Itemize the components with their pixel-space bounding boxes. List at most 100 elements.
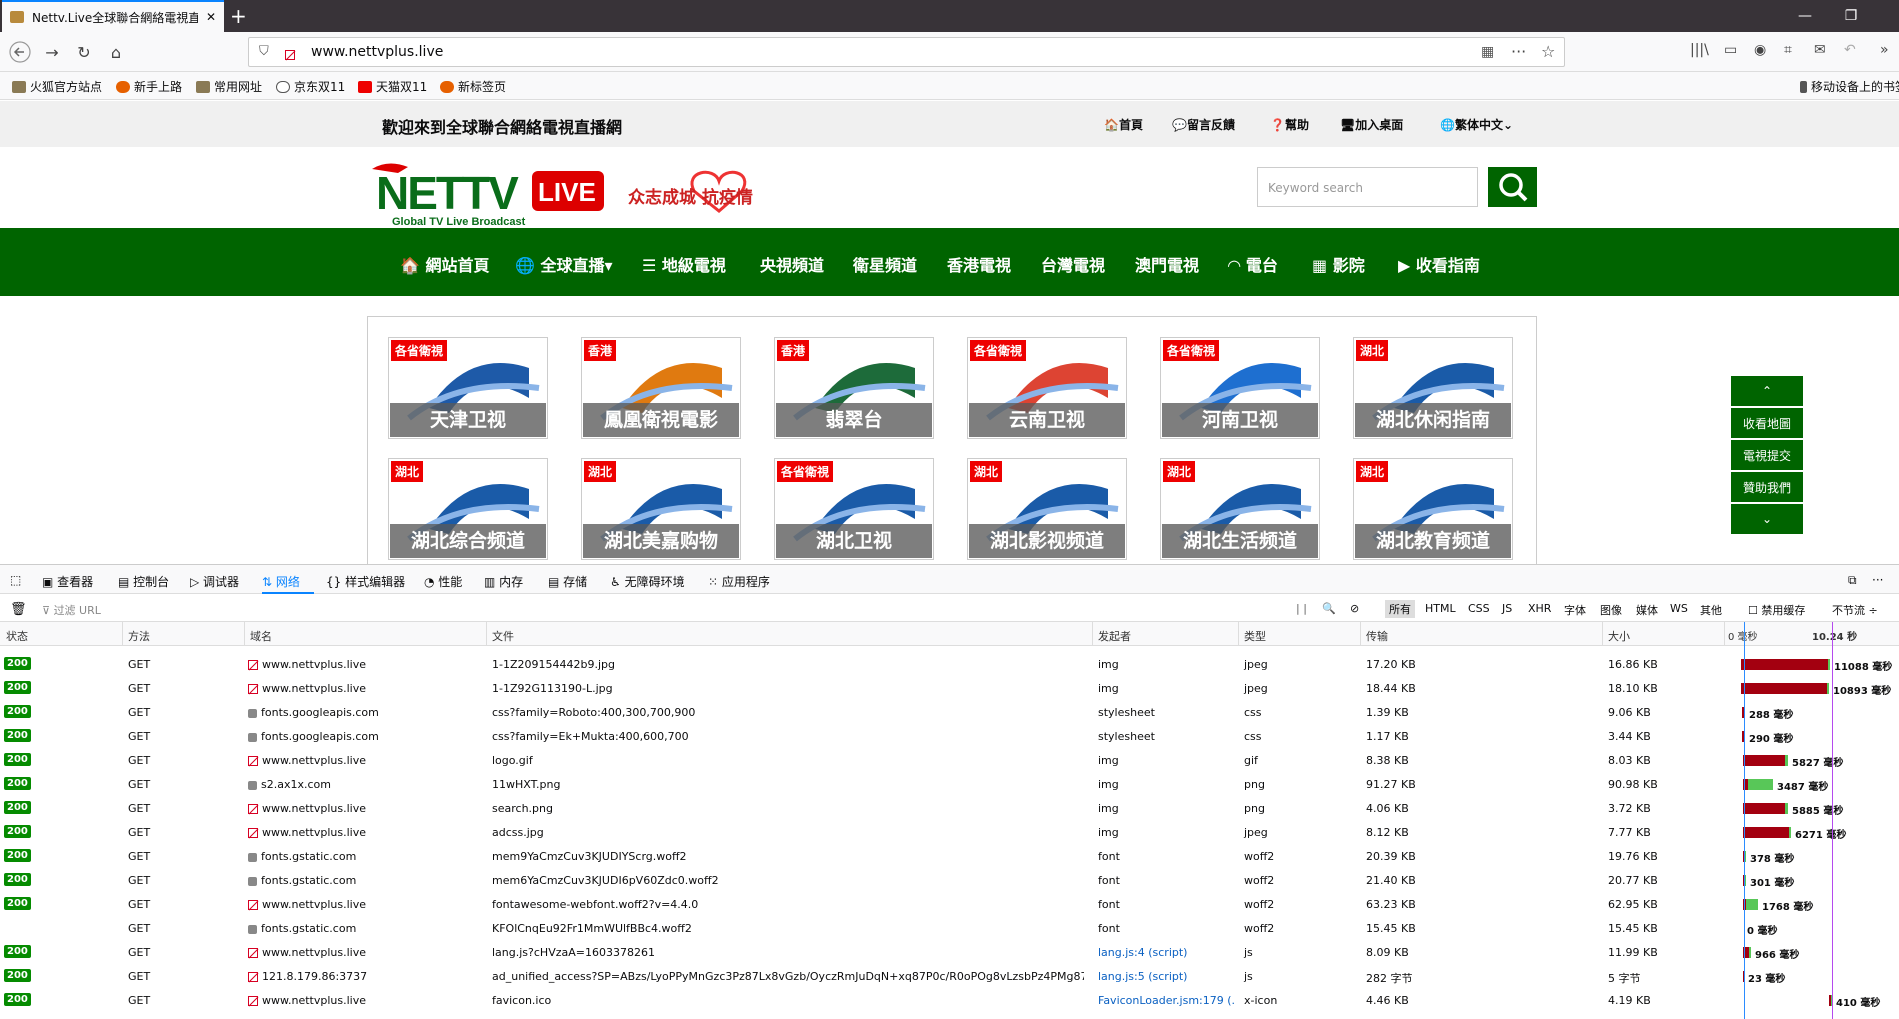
col-size[interactable]: 大小 (1608, 628, 1630, 644)
reload-button[interactable]: ↻ (70, 38, 98, 66)
filter-all[interactable]: 所有 (1385, 600, 1415, 618)
nav-taiwan[interactable]: 台灣電視 (1041, 252, 1105, 276)
scroll-top-button[interactable]: ⌃ (1731, 376, 1803, 406)
table-row[interactable]: 200 GET www.nettvplus.live 1-1Z92G113190-L.… (0, 676, 1899, 700)
nav-cinema[interactable]: ▦ 影院 (1312, 252, 1365, 276)
nav-macau[interactable]: 澳門電視 (1135, 252, 1199, 276)
bookmark-item[interactable]: 天猫双11 (358, 78, 427, 95)
request-initiator[interactable]: lang.js:5 (script) (1098, 970, 1187, 983)
col-domain[interactable]: 域名 (250, 628, 272, 644)
filter-html[interactable]: HTML (1425, 602, 1456, 615)
tab-debugger[interactable]: ▷ 调试器 (190, 573, 239, 590)
bookmark-item[interactable]: 新标签页 (440, 78, 506, 95)
block-icon[interactable]: ⊘ (1350, 602, 1359, 615)
channel-card[interactable]: 香港 翡翠台 (774, 337, 934, 439)
insecure-connection-icon[interactable] (285, 49, 295, 60)
top-link-feedback[interactable]: 💬留言反饋 (1172, 116, 1235, 133)
filter-js[interactable]: JS (1502, 602, 1512, 615)
channel-card[interactable]: 湖北 湖北休闲指南 (1353, 337, 1513, 439)
table-row[interactable]: 200 GET fonts.gstatic.com mem9YaCmzCuv3KJUD… (0, 844, 1899, 868)
col-initiator[interactable]: 发起者 (1098, 628, 1131, 644)
filter-other[interactable]: 其他 (1700, 602, 1722, 618)
filter-ws[interactable]: WS (1670, 602, 1688, 615)
channel-card[interactable]: 香港 鳳凰衛視電影 (581, 337, 741, 439)
tab-inspector[interactable]: ▣ 查看器 (42, 573, 93, 590)
filter-images[interactable]: 图像 (1600, 602, 1622, 618)
mobile-bookmarks[interactable]: 移动设备上的书签 (1800, 78, 1899, 95)
channel-card[interactable]: 各省衛視 湖北卫视 (774, 458, 934, 560)
sidebar-icon[interactable]: ▭ (1724, 42, 1737, 58)
table-row[interactable]: 200 GET fonts.gstatic.com mem6YaCmzCuv3KJUD… (0, 868, 1899, 892)
disable-cache-checkbox[interactable]: ☐ 禁用缓存 (1748, 602, 1805, 618)
new-tab-button[interactable]: + (230, 4, 247, 28)
element-picker-icon[interactable]: ⬚ (10, 573, 21, 587)
browser-tab[interactable]: Nettv.Live全球聯合網絡電視直 ✕ (2, 0, 224, 32)
table-row[interactable]: 200 GET www.nettvplus.live search.png img png… (0, 796, 1899, 820)
tab-storage[interactable]: ▤ 存储 (548, 573, 587, 590)
bookmark-item[interactable]: 新手上路 (116, 78, 182, 95)
library-icon[interactable]: |||\ (1690, 42, 1709, 58)
tab-style-editor[interactable]: {} 样式编辑器 (326, 573, 405, 590)
nav-radio[interactable]: ◠ 電台 (1228, 252, 1278, 276)
devtools-menu-icon[interactable]: ··· (1872, 573, 1883, 587)
table-row[interactable]: 200 GET www.nettvplus.live fontawesome-webf… (0, 892, 1899, 916)
col-transfer[interactable]: 传输 (1366, 628, 1388, 644)
side-button-donate[interactable]: 贊助我們 (1731, 472, 1803, 502)
top-link-desktop[interactable]: 🖥加入桌面 (1340, 116, 1403, 133)
scroll-bottom-button[interactable]: ⌄ (1731, 504, 1803, 534)
dock-icon[interactable]: ⧉ (1848, 573, 1857, 588)
bookmark-star-icon[interactable]: ☆ (1541, 42, 1555, 61)
table-row[interactable]: 200 GET 121.8.179.86:3737 ad_unified_access… (0, 964, 1899, 988)
side-button-submit[interactable]: 電視提交 (1731, 440, 1803, 470)
table-row[interactable]: 200 GET www.nettvplus.live lang.js?cHVzaA=1… (0, 940, 1899, 964)
side-button-map[interactable]: 收看地圖 (1731, 408, 1803, 438)
trash-icon[interactable]: 🗑 (10, 602, 27, 617)
channel-card[interactable]: 湖北 湖北教育频道 (1353, 458, 1513, 560)
channel-card[interactable]: 湖北 湖北综合频道 (388, 458, 548, 560)
nav-home[interactable]: 🏠 網站首頁 (400, 252, 490, 276)
shield-icon[interactable]: ⛉ (259, 44, 269, 59)
chat-icon[interactable]: ✉ (1814, 42, 1826, 58)
channel-card[interactable]: 湖北 湖北美嘉购物 (581, 458, 741, 560)
search-input[interactable]: Keyword search (1257, 167, 1478, 207)
bookmark-folder[interactable]: 火狐官方站点 (12, 78, 102, 95)
filter-media[interactable]: 媒体 (1636, 602, 1658, 618)
account-icon[interactable]: ◉ (1754, 42, 1766, 58)
col-file[interactable]: 文件 (492, 628, 514, 644)
filter-css[interactable]: CSS (1468, 602, 1490, 615)
url-text[interactable]: www.nettvplus.live (311, 44, 443, 60)
bookmark-folder[interactable]: 常用网址 (196, 78, 262, 95)
tab-network[interactable]: ⇅ 网络 (262, 573, 300, 590)
channel-card[interactable]: 湖北 湖北生活频道 (1160, 458, 1320, 560)
home-button[interactable]: ⌂ (102, 38, 130, 66)
tab-accessibility[interactable]: ♿ 无障碍环境 (610, 573, 685, 590)
channel-card[interactable]: 湖北 湖北影视频道 (967, 458, 1127, 560)
nav-guide[interactable]: ▶ 收看指南 (1398, 252, 1480, 276)
top-link-help[interactable]: ❓幫助 (1270, 116, 1309, 133)
col-type[interactable]: 类型 (1244, 628, 1266, 644)
throttle-select[interactable]: 不节流 ÷ (1832, 602, 1878, 618)
back-button[interactable] (6, 38, 34, 66)
table-row[interactable]: 200 GET www.nettvplus.live adcss.jpg img jpeg… (0, 820, 1899, 844)
maximize-button[interactable]: ❐ (1828, 0, 1874, 32)
filter-url-input[interactable]: ⊽ 过滤 URL (42, 602, 101, 618)
table-row[interactable]: 200 GET fonts.googleapis.com css?family=Rob… (0, 700, 1899, 724)
nav-local-tv[interactable]: ☰ 地級電視 (642, 252, 726, 276)
undo-icon[interactable]: ↶ (1844, 42, 1856, 58)
nav-cctv[interactable]: 央視頻道 (760, 252, 824, 276)
page-actions-icon[interactable]: ··· (1511, 42, 1526, 61)
filter-fonts[interactable]: 字体 (1564, 602, 1586, 618)
close-tab-icon[interactable]: ✕ (206, 10, 216, 24)
channel-card[interactable]: 各省衛視 云南卫视 (967, 337, 1127, 439)
tab-memory[interactable]: ▥ 内存 (484, 573, 523, 590)
channel-card[interactable]: 各省衛視 天津卫视 (388, 337, 548, 439)
nav-satellite[interactable]: 衛星頻道 (853, 252, 917, 276)
tab-application[interactable]: ⁙ 应用程序 (708, 573, 770, 590)
top-link-home[interactable]: 🏠首頁 (1104, 116, 1143, 133)
language-selector[interactable]: 🌐繁体中文⌄ (1440, 116, 1513, 133)
nav-hongkong[interactable]: 香港電視 (947, 252, 1011, 276)
col-method[interactable]: 方法 (128, 628, 150, 644)
request-initiator[interactable]: lang.js:4 (script) (1098, 946, 1187, 959)
table-row[interactable]: 200 GET www.nettvplus.live 1-1Z209154442b9.… (0, 652, 1899, 676)
minimize-button[interactable]: — (1782, 0, 1828, 32)
